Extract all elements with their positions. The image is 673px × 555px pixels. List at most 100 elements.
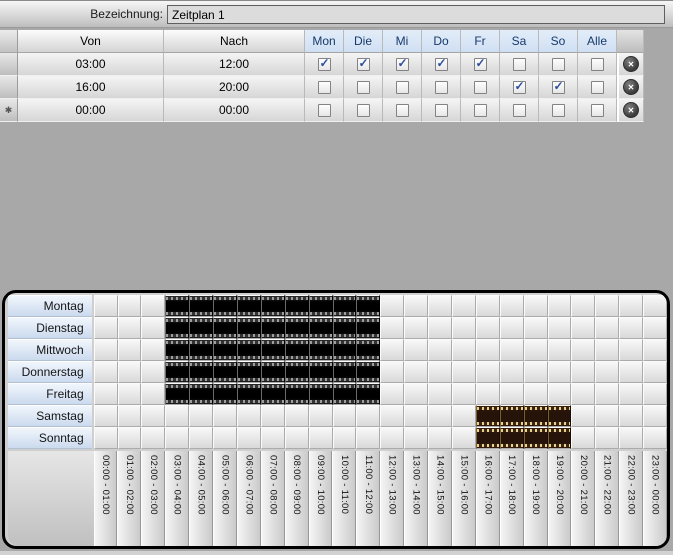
hour-cell[interactable] — [165, 427, 189, 449]
hour-cell[interactable] — [548, 361, 572, 383]
hour-cell[interactable] — [356, 361, 380, 383]
hour-cell[interactable] — [237, 339, 261, 361]
hour-cell[interactable] — [213, 339, 237, 361]
hour-cell[interactable] — [428, 383, 452, 405]
hour-cell[interactable] — [571, 405, 595, 427]
hour-cell[interactable] — [380, 427, 404, 449]
hour-cell[interactable] — [524, 361, 548, 383]
hour-cell[interactable] — [548, 383, 572, 405]
hour-cell[interactable] — [261, 317, 285, 339]
hour-cell[interactable] — [285, 383, 309, 405]
hour-cell[interactable] — [165, 317, 189, 339]
hour-cell[interactable] — [500, 383, 524, 405]
hour-cell[interactable] — [500, 295, 524, 317]
hour-cell[interactable] — [165, 295, 189, 317]
hour-cell[interactable] — [309, 427, 333, 449]
hour-cell[interactable] — [165, 361, 189, 383]
hour-cell[interactable] — [428, 427, 452, 449]
hour-cell[interactable] — [524, 339, 548, 361]
hour-cell[interactable] — [476, 295, 500, 317]
hour-cell[interactable] — [643, 427, 667, 449]
checkbox-do[interactable] — [435, 104, 448, 117]
checkbox-alle[interactable] — [591, 104, 604, 117]
hour-cell[interactable] — [333, 361, 357, 383]
hour-cell[interactable] — [404, 427, 428, 449]
hour-cell[interactable] — [524, 405, 548, 427]
hour-cell[interactable] — [643, 383, 667, 405]
hour-cell[interactable] — [524, 317, 548, 339]
hour-cell[interactable] — [500, 405, 524, 427]
hour-cell[interactable] — [189, 295, 213, 317]
hour-cell[interactable] — [452, 295, 476, 317]
hour-cell[interactable] — [141, 383, 165, 405]
checkbox-die[interactable] — [357, 81, 370, 94]
hour-cell[interactable] — [285, 361, 309, 383]
hour-cell[interactable] — [619, 361, 643, 383]
hour-cell[interactable] — [261, 383, 285, 405]
hour-cell[interactable] — [141, 317, 165, 339]
hour-cell[interactable] — [94, 405, 118, 427]
checkbox-fr[interactable] — [474, 58, 487, 71]
hour-cell[interactable] — [619, 383, 643, 405]
hour-cell[interactable] — [452, 405, 476, 427]
checkbox-mi[interactable] — [396, 58, 409, 71]
hour-cell[interactable] — [643, 405, 667, 427]
checkbox-sa[interactable] — [513, 58, 526, 71]
hour-cell[interactable] — [189, 317, 213, 339]
hour-cell[interactable] — [524, 427, 548, 449]
hour-cell[interactable] — [595, 317, 619, 339]
hour-cell[interactable] — [380, 405, 404, 427]
hour-cell[interactable] — [356, 427, 380, 449]
hour-cell[interactable] — [404, 295, 428, 317]
hour-cell[interactable] — [571, 317, 595, 339]
hour-cell[interactable] — [165, 383, 189, 405]
hour-cell[interactable] — [643, 295, 667, 317]
hour-cell[interactable] — [500, 339, 524, 361]
hour-cell[interactable] — [213, 383, 237, 405]
hour-cell[interactable] — [356, 317, 380, 339]
hour-cell[interactable] — [643, 339, 667, 361]
hour-cell[interactable] — [285, 405, 309, 427]
hour-cell[interactable] — [380, 383, 404, 405]
hour-cell[interactable] — [189, 339, 213, 361]
hour-cell[interactable] — [309, 295, 333, 317]
checkbox-so[interactable] — [552, 104, 565, 117]
hour-cell[interactable] — [189, 405, 213, 427]
hour-cell[interactable] — [476, 339, 500, 361]
hour-cell[interactable] — [380, 295, 404, 317]
hour-cell[interactable] — [548, 427, 572, 449]
delete-row-button[interactable]: ✕ — [623, 79, 639, 95]
hour-cell[interactable] — [333, 317, 357, 339]
hour-cell[interactable] — [237, 405, 261, 427]
hour-cell[interactable] — [524, 295, 548, 317]
hour-cell[interactable] — [404, 405, 428, 427]
hour-cell[interactable] — [500, 317, 524, 339]
hour-cell[interactable] — [213, 405, 237, 427]
hour-cell[interactable] — [118, 405, 142, 427]
hour-cell[interactable] — [261, 427, 285, 449]
hour-cell[interactable] — [500, 361, 524, 383]
hour-cell[interactable] — [452, 317, 476, 339]
hour-cell[interactable] — [94, 339, 118, 361]
hour-cell[interactable] — [333, 295, 357, 317]
hour-cell[interactable] — [619, 317, 643, 339]
checkbox-mi[interactable] — [396, 104, 409, 117]
hour-cell[interactable] — [595, 339, 619, 361]
hour-cell[interactable] — [476, 317, 500, 339]
hour-cell[interactable] — [428, 317, 452, 339]
cell-nach[interactable]: 20:00 — [164, 76, 305, 99]
hour-cell[interactable] — [452, 427, 476, 449]
hour-cell[interactable] — [548, 405, 572, 427]
checkbox-mi[interactable] — [396, 81, 409, 94]
bezeichnung-input[interactable] — [167, 5, 665, 24]
checkbox-sa[interactable] — [513, 81, 526, 94]
hour-cell[interactable] — [94, 427, 118, 449]
hour-cell[interactable] — [595, 405, 619, 427]
hour-cell[interactable] — [404, 361, 428, 383]
hour-cell[interactable] — [94, 317, 118, 339]
hour-cell[interactable] — [141, 427, 165, 449]
hour-cell[interactable] — [428, 405, 452, 427]
hour-cell[interactable] — [213, 295, 237, 317]
hour-cell[interactable] — [94, 383, 118, 405]
hour-cell[interactable] — [643, 361, 667, 383]
